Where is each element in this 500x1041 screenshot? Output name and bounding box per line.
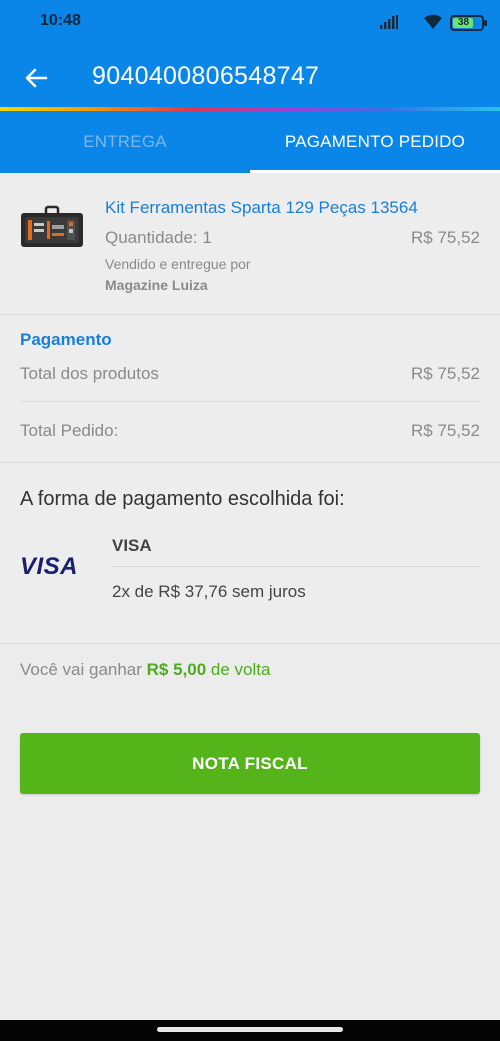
product-quantity: Quantidade: 1 [105,228,212,247]
order-number-title: 9040400806548747 [92,62,320,90]
cashback-amount: R$ 5,00 [146,660,207,679]
card-brand-name: VISA [112,536,152,555]
product-thumbnail[interactable] [20,203,84,251]
battery-level: 38 [458,17,470,28]
tab-bar: ENTREGA PAGAMENTO PEDIDO [0,111,500,173]
tab-pagamento-pedido[interactable]: PAGAMENTO PEDIDO [250,111,500,173]
cashback-suffix: de volta [206,660,271,679]
wifi-icon [424,14,442,29]
products-total-label: Total dos produtos [20,364,159,383]
app-bar: 10:48 38 9040400806548747 [0,0,500,110]
summary-divider [20,401,480,402]
products-total-value: R$ 75,52 [411,364,480,383]
visa-logo: VISA [20,553,79,580]
card-divider [112,566,480,567]
payment-summary: Pagamento Total dos produtos R$ 75,52 To… [0,316,500,463]
product-price: R$ 75,52 [411,228,480,247]
home-indicator[interactable] [157,1027,343,1032]
cashback-prefix: Você vai ganhar [20,660,147,679]
seller-name: Magazine Luiza [105,277,208,293]
signal-icon [380,15,398,29]
cashback-text: Você vai ganhar R$ 5,00 de volta [20,660,270,680]
battery-icon: 38 [450,15,487,31]
product-card: Kit Ferramentas Sparta 129 Peças 13564 Q… [0,173,500,315]
installments-text: 2x de R$ 37,76 sem juros [112,582,306,601]
nota-fiscal-button[interactable]: NOTA FISCAL [20,733,480,794]
order-total-label: Total Pedido: [20,421,119,440]
sold-by-label: Vendido e entregue por [105,256,251,272]
order-total-value: R$ 75,52 [411,421,480,440]
status-time: 10:48 [40,12,81,29]
back-arrow-icon[interactable] [22,64,50,92]
tab-entrega[interactable]: ENTREGA [0,111,250,173]
status-bar: 10:48 38 [0,0,500,44]
product-name-link[interactable]: Kit Ferramentas Sparta 129 Peças 13564 [105,198,418,218]
payment-method-title: A forma de pagamento escolhida foi: [20,488,345,510]
payment-section-title: Pagamento [20,330,112,349]
payment-method-section: A forma de pagamento escolhida foi: VISA… [0,464,500,644]
system-nav-bar [0,1020,500,1041]
